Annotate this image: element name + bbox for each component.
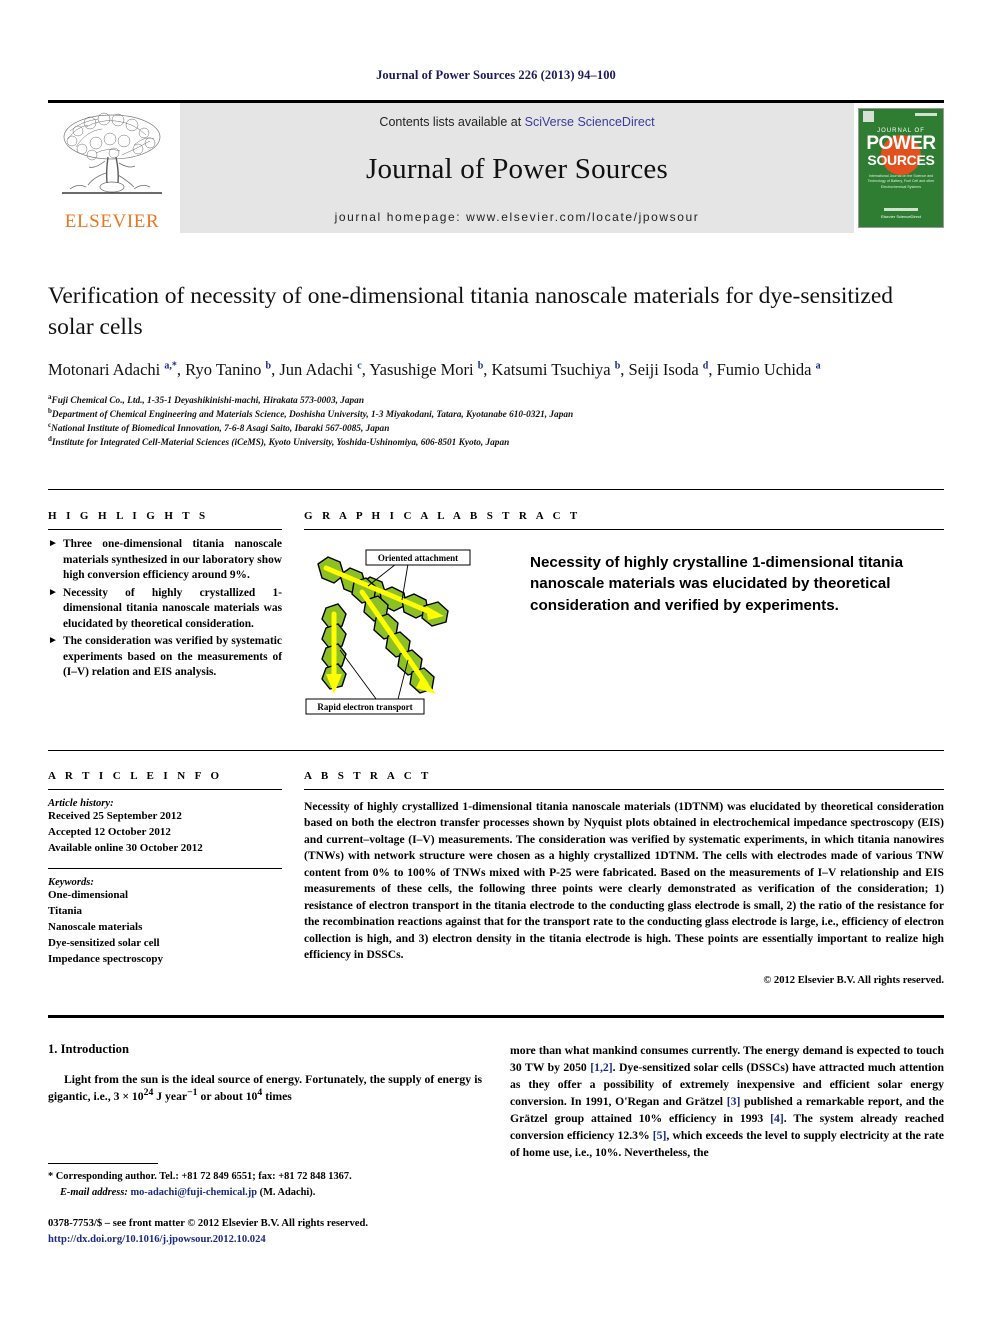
- body-columns: 1. Introduction Light from the sun is th…: [48, 1042, 944, 1162]
- author-list: Motonari Adachi a,*, Ryo Tanino b, Jun A…: [48, 359, 821, 379]
- rapid-electron-transport-label: Rapid electron transport: [317, 702, 412, 712]
- keyword-item: Nanoscale materials: [48, 920, 143, 933]
- graphical-abstract-content: Oriented attachment Rapid electron trans…: [304, 530, 944, 717]
- doi-link[interactable]: http://dx.doi.org/10.1016/j.jpowsour.201…: [48, 1232, 468, 1248]
- triangle-bullet-icon: ►: [48, 635, 58, 646]
- sciencedirect-link[interactable]: SciVerse ScienceDirect: [525, 115, 655, 129]
- affiliation-item: bDepartment of Chemical Engineering and …: [48, 407, 944, 422]
- triangle-bullet-icon: ►: [48, 538, 58, 549]
- elsevier-tree-icon: [62, 112, 162, 194]
- articleinfo-abstract-band: A R T I C L E I N F O Article history: R…: [48, 770, 944, 986]
- affiliation-text: Fuji Chemical Co., Ltd., 1-35-1 Deyashik…: [51, 395, 365, 406]
- elsevier-logo: ELSEVIER: [48, 103, 176, 233]
- footnote-block: * Corresponding author. Tel.: +81 72 849…: [48, 1163, 468, 1248]
- intro-paragraph-right: more than what mankind consumes currentl…: [510, 1044, 945, 1160]
- email-link[interactable]: mo-adachi@fuji-chemical.jp: [130, 1187, 257, 1198]
- contents-prefix: Contents lists available at: [379, 115, 525, 129]
- affiliation-item: dInstitute for Integrated Cell-Material …: [48, 436, 944, 450]
- abstract-column: A B S T R A C T Necessity of highly crys…: [304, 770, 944, 986]
- journal-band: Contents lists available at SciVerse Sci…: [180, 103, 854, 233]
- highlight-item: ► The consideration was verified by syst…: [48, 634, 282, 681]
- imprint-line: 0378-7753/$ – see front matter © 2012 El…: [48, 1218, 368, 1230]
- article-history-accepted: Accepted 12 October 2012: [48, 825, 171, 838]
- journal-article-page: Journal of Power Sources 226 (2013) 94–1…: [0, 0, 992, 1323]
- article-info-heading: A R T I C L E I N F O: [48, 770, 223, 782]
- article-history-label: Article history:: [48, 798, 114, 809]
- article-info-rule: [48, 789, 282, 790]
- affiliation-item: cNational Institute of Biomedical Innova…: [48, 422, 944, 436]
- graphical-abstract-heading: G R A P H I C A L A B S T R A C T: [304, 510, 581, 522]
- email-suffix: (M. Adachi).: [259, 1186, 316, 1198]
- affiliation-item: aFuji Chemical Co., Ltd., 1-35-1 Deyashi…: [48, 393, 944, 408]
- abstract-rule: [304, 789, 944, 790]
- cover-elsevier-mark: [863, 111, 874, 122]
- cover-footer-bar: [884, 208, 918, 211]
- graphical-abstract-column: G R A P H I C A L A B S T R A C T Orient…: [304, 510, 944, 717]
- graphical-abstract-figure: Oriented attachment Rapid electron trans…: [304, 542, 504, 717]
- email-label: E-mail address:: [60, 1186, 128, 1198]
- cover-subtitle: International Journal on the Science and…: [867, 174, 935, 189]
- abstract-heading: A B S T R A C T: [304, 770, 432, 782]
- footnote-rule: [48, 1163, 158, 1164]
- keyword-item: Dye-sensitized solar cell: [48, 936, 160, 949]
- article-history-online: Available online 30 October 2012: [48, 841, 203, 854]
- body-column-right: more than what mankind consumes currentl…: [510, 1042, 944, 1162]
- section-heading-introduction: 1. Introduction: [48, 1042, 129, 1056]
- cover-power-word: POWER: [866, 133, 936, 154]
- cover-footer-text: Elsevier ScienceDirect: [880, 214, 921, 219]
- journal-masthead: ELSEVIER Contents lists available at Sci…: [48, 100, 944, 233]
- highlight-text: Three one-dimensional titania nanoscale …: [63, 538, 282, 581]
- highlight-item: ► Necessity of highly crystallized 1-dim…: [48, 586, 282, 633]
- contents-lists-line: Contents lists available at SciVerse Sci…: [379, 115, 654, 129]
- highlights-graphical-band: H I G H L I G H T S ► Three one-dimensio…: [48, 510, 944, 717]
- highlights-heading: H I G H L I G H T S: [48, 510, 209, 522]
- cover-issn-bar: [915, 113, 937, 116]
- keyword-item: Titania: [48, 904, 83, 917]
- corresponding-author-note: * Corresponding author. Tel.: +81 72 849…: [48, 1171, 352, 1182]
- title-block: Verification of necessity of one-dimensi…: [48, 281, 944, 450]
- elsevier-wordmark: ELSEVIER: [64, 211, 160, 232]
- affiliation-list: aFuji Chemical Co., Ltd., 1-35-1 Deyashi…: [48, 393, 944, 451]
- highlight-text: The consideration was verified by system…: [63, 635, 282, 678]
- graphical-abstract-caption: Necessity of highly crystalline 1-dimens…: [530, 554, 904, 614]
- keyword-item: One-dimensional: [48, 888, 129, 901]
- intro-paragraph-left: Light from the sun is the ideal source o…: [48, 1073, 482, 1104]
- highlights-column: H I G H L I G H T S ► Three one-dimensio…: [48, 510, 282, 717]
- highlight-text: Necessity of highly crystallized 1-dimen…: [63, 586, 282, 630]
- keywords-label: Keywords:: [48, 876, 94, 888]
- journal-cover-thumbnail: JOURNAL OF POWER SOURCES International J…: [858, 108, 944, 228]
- affiliation-text: Department of Chemical Engineering and M…: [51, 410, 574, 421]
- affiliation-text: Institute for Integrated Cell-Material S…: [51, 438, 510, 449]
- journal-title: Journal of Power Sources: [366, 153, 668, 185]
- running-head: Journal of Power Sources 226 (2013) 94–1…: [376, 68, 616, 82]
- article-info-separator: [48, 867, 282, 869]
- highlights-list: ► Three one-dimensional titania nanoscal…: [48, 537, 282, 681]
- oriented-attachment-label: Oriented attachment: [378, 553, 458, 563]
- affiliation-text: National Institute of Biomedical Innovat…: [51, 424, 390, 435]
- cover-sources-word: SOURCES: [867, 152, 935, 169]
- article-history-received: Received 25 September 2012: [48, 810, 182, 822]
- body-column-left: 1. Introduction Light from the sun is th…: [48, 1042, 482, 1162]
- article-title: Verification of necessity of one-dimensi…: [48, 283, 894, 341]
- abstract-text: Necessity of highly crystallized 1-dimen…: [304, 800, 944, 962]
- abstract-copyright: © 2012 Elsevier B.V. All rights reserved…: [763, 974, 944, 986]
- highlights-rule: [48, 529, 282, 530]
- article-info-column: A R T I C L E I N F O Article history: R…: [48, 770, 282, 986]
- divider-above-body: [48, 1015, 944, 1018]
- keyword-item: Impedance spectroscopy: [48, 952, 163, 965]
- nanowire-diagram: Oriented attachment Rapid electron trans…: [305, 549, 471, 715]
- divider-above-highlights: [48, 489, 944, 490]
- triangle-bullet-icon: ►: [48, 586, 58, 598]
- journal-homepage-link[interactable]: journal homepage: www.elsevier.com/locat…: [335, 210, 700, 224]
- email-note: E-mail address: mo-adachi@fuji-chemical.…: [48, 1185, 468, 1201]
- divider-above-article-info: [48, 750, 944, 751]
- highlight-item: ► Three one-dimensional titania nanoscal…: [48, 537, 282, 584]
